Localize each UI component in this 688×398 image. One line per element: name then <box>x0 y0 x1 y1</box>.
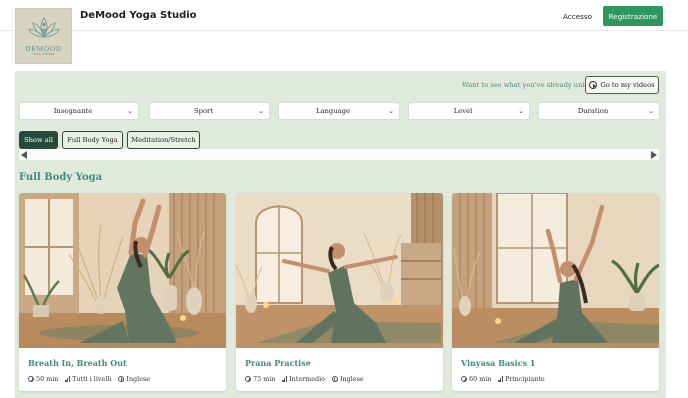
video-meta: 60 min Principiante <box>461 375 545 383</box>
chip-show-all[interactable]: Show all <box>19 131 58 149</box>
filter-label: Insegnante <box>53 107 93 115</box>
chip-full-body-yoga[interactable]: Full Body Yoga <box>62 131 123 149</box>
video-title[interactable]: Prana Practise <box>245 358 311 368</box>
video-title[interactable]: Vinyasa Basics 1 <box>461 358 535 368</box>
video-meta: 75 min Intermedio Inglese <box>245 375 364 383</box>
chip-meditation-stretch[interactable]: Meditation/Stretch <box>127 131 200 149</box>
chips-scrollbar[interactable] <box>19 149 659 160</box>
filter-label: Sport <box>193 107 214 115</box>
video-title[interactable]: Breath In, Breath Out <box>28 358 127 368</box>
level-bars-icon <box>498 376 504 382</box>
scroll-right-arrow-icon[interactable] <box>651 151 657 159</box>
filter-label: Duration <box>577 107 609 115</box>
site-title: DeMood Yoga Studio <box>80 10 197 21</box>
globe-icon <box>118 376 125 382</box>
clock-icon <box>461 376 467 382</box>
filter-bar: Insegnante ⌄ Sport ⌄ Language ⌄ Level ⌄ … <box>19 102 662 120</box>
scroll-left-arrow-icon[interactable] <box>21 151 27 159</box>
site-header: DeMood Yoga Studio Accesso Registrazione <box>0 0 688 31</box>
video-level: Principiante <box>505 375 545 383</box>
video-language: Inglese <box>340 375 364 383</box>
clock-icon <box>245 376 251 382</box>
chevron-down-icon: ⌄ <box>518 107 524 115</box>
section-title: Full Body Yoga <box>19 172 103 183</box>
logo-subtitle: YOGA STUDIO <box>32 53 55 56</box>
video-card[interactable]: Vinyasa Basics 1 60 min Principiante <box>452 193 659 391</box>
video-duration: 75 min <box>253 375 276 383</box>
video-level: Tutti i livelli <box>72 375 112 383</box>
video-card[interactable]: Breath In, Breath Out 50 min Tutti i liv… <box>19 193 226 391</box>
video-duration: 60 min <box>469 375 492 383</box>
filter-teacher-select[interactable]: Insegnante ⌄ <box>19 102 139 120</box>
login-link[interactable]: Accesso <box>563 12 592 21</box>
filter-level-select[interactable]: Level ⌄ <box>408 102 530 120</box>
chevron-down-icon: ⌄ <box>127 107 133 115</box>
play-circle-icon <box>589 81 598 89</box>
studio-logo[interactable]: DEMOOD YOGA STUDIO <box>15 8 72 64</box>
yoga-warrior-pose-photo <box>236 193 443 348</box>
logo-wordmark: DEMOOD <box>25 45 62 53</box>
filter-sport-select[interactable]: Sport ⌄ <box>149 102 270 120</box>
yoga-pose-reach-photo <box>19 193 226 348</box>
clock-icon <box>28 376 34 382</box>
video-meta: 50 min Tutti i livelli Inglese <box>28 375 150 383</box>
level-bars-icon <box>282 376 288 382</box>
register-button[interactable]: Registrazione <box>603 6 663 26</box>
my-videos-label: Go to my videos <box>600 81 655 89</box>
video-level: Intermedio <box>289 375 326 383</box>
video-duration: 50 min <box>36 375 59 383</box>
video-language: Inglese <box>126 375 151 383</box>
globe-icon <box>332 376 339 382</box>
filter-label: Language <box>315 107 351 115</box>
yoga-pose-reach-photo <box>452 193 659 348</box>
filter-label: Level <box>453 107 473 115</box>
chevron-down-icon: ⌄ <box>648 107 654 115</box>
video-library-panel: Want to see what you've already unlocked… <box>15 71 666 398</box>
chevron-down-icon: ⌄ <box>388 107 394 115</box>
go-to-my-videos-button[interactable]: Go to my videos <box>585 76 659 94</box>
chevron-down-icon: ⌄ <box>258 107 264 115</box>
filter-language-select[interactable]: Language ⌄ <box>278 102 400 120</box>
video-card[interactable]: Prana Practise 75 min Intermedio Inglese <box>236 193 443 391</box>
lotus-icon <box>27 17 60 38</box>
filter-duration-select[interactable]: Duration ⌄ <box>538 102 660 120</box>
level-bars-icon <box>65 376 71 382</box>
